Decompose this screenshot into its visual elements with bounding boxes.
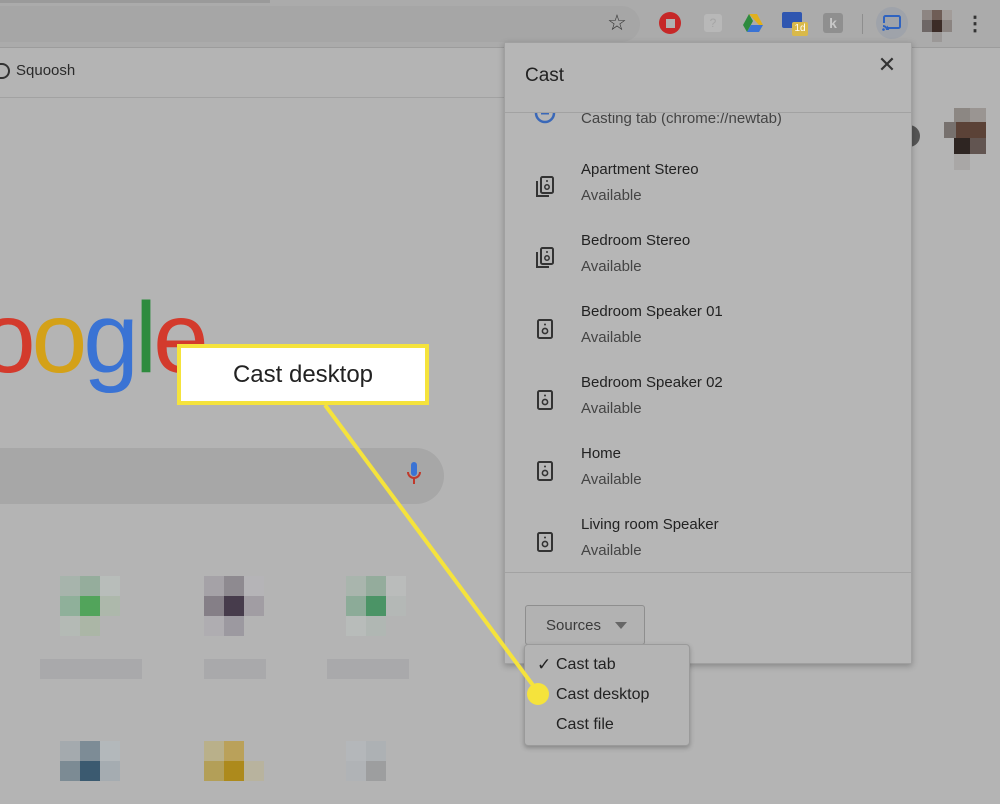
menu-item-label: Cast file — [556, 716, 614, 733]
cast-sink-current[interactable]: Casting tab (chrome://newtab) — [505, 113, 911, 156]
menu-item-label: Cast desktop — [556, 686, 650, 703]
sink-name: Bedroom Speaker 02 — [581, 374, 723, 391]
sink-name: Apartment Stereo — [581, 161, 699, 178]
squoosh-favicon-icon — [0, 62, 10, 79]
sink-status: Available — [581, 471, 642, 488]
shortcut-label — [40, 659, 142, 679]
profile-avatar[interactable] — [922, 10, 952, 42]
speaker-icon — [535, 318, 555, 340]
bookmark-squoosh[interactable]: Squoosh — [0, 62, 75, 79]
cast-sink[interactable]: Apartment Stereo Available — [505, 156, 911, 227]
cast-dialog: Cast ✕ Casting tab (chrome://newtab) Apa… — [504, 42, 912, 664]
bookmarks-bar: Squoosh — [0, 48, 505, 98]
toolbar-divider — [862, 14, 863, 34]
cast-dialog-title: Cast — [525, 65, 565, 86]
shortcut-tile[interactable] — [346, 741, 408, 801]
speaker-icon — [535, 460, 555, 482]
logo-letter-g: g — [83, 282, 139, 394]
google-logo: oogle — [0, 288, 209, 388]
google-drive-icon[interactable] — [740, 10, 766, 36]
account-avatar[interactable] — [944, 108, 986, 170]
logo-letter-o2: o — [31, 282, 88, 394]
tab-strip-edge — [0, 0, 270, 3]
cast-sink[interactable]: Living room Speaker Available — [505, 511, 911, 572]
sources-dropdown-button[interactable]: Sources — [525, 605, 645, 645]
cast-sink[interactable]: Bedroom Speaker 01 Available — [505, 298, 911, 369]
extension-faded-icon[interactable]: ? — [700, 10, 726, 36]
sink-name: Bedroom Speaker 01 — [581, 303, 723, 320]
adblock-extension-icon[interactable] — [657, 10, 683, 36]
casting-icon — [533, 113, 556, 124]
cast-dialog-header: Cast ✕ — [505, 43, 911, 113]
sink-status: Available — [581, 187, 642, 204]
sources-menu: ✓ Cast tab Cast desktop Cast file — [524, 644, 690, 746]
speaker-group-icon — [535, 176, 555, 198]
bookmark-star-icon[interactable]: ☆ — [604, 10, 630, 36]
cast-sink[interactable]: Bedroom Stereo Available — [505, 227, 911, 298]
sink-name: Living room Speaker — [581, 516, 719, 533]
menu-item-cast-file[interactable]: Cast file — [525, 710, 689, 740]
shortcut-label — [204, 659, 266, 679]
shortcut-tile[interactable] — [346, 576, 408, 638]
sink-status: Available — [581, 400, 642, 417]
browser-toolbar: ☆ ? 1d k ⋮ — [0, 0, 1000, 48]
speaker-icon — [535, 531, 555, 553]
dropdown-arrow-icon — [615, 621, 628, 629]
bookmark-label: Squoosh — [16, 62, 76, 79]
menu-item-cast-tab[interactable]: ✓ Cast tab — [525, 650, 689, 680]
callout-label-box: Cast desktop — [177, 344, 429, 405]
sink-status: Available — [581, 329, 642, 346]
speaker-group-icon — [535, 247, 555, 269]
sink-status: Available — [581, 542, 642, 559]
voice-search-icon[interactable] — [406, 462, 422, 493]
checkmark-icon: ✓ — [537, 655, 552, 674]
cast-sink[interactable]: Home Available — [505, 440, 911, 511]
cast-icon[interactable] — [876, 7, 908, 39]
shortcut-tile[interactable] — [60, 576, 122, 638]
close-icon[interactable]: ✕ — [875, 53, 899, 77]
shortcut-label — [327, 659, 409, 679]
cast-device-list: Casting tab (chrome://newtab) Apartment … — [505, 113, 911, 573]
menu-item-label: Cast tab — [556, 656, 616, 673]
sink-status: Available — [581, 258, 642, 275]
cast-sink[interactable]: Bedroom Speaker 02 Available — [505, 369, 911, 440]
sink-name: Home — [581, 445, 622, 462]
speaker-icon — [535, 389, 555, 411]
logo-letter-o1: o — [0, 282, 36, 394]
more-menu-icon[interactable]: ⋮ — [962, 10, 988, 36]
shortcut-tile[interactable] — [60, 741, 122, 801]
calendar-extension-icon[interactable]: 1d — [782, 10, 808, 36]
address-bar[interactable] — [0, 6, 640, 42]
logo-letter-l: l — [134, 282, 157, 394]
sources-label: Sources — [546, 616, 602, 634]
shortcut-tile[interactable] — [204, 741, 266, 801]
menu-item-cast-desktop[interactable]: Cast desktop — [525, 680, 689, 710]
extension-k-icon[interactable]: k — [820, 10, 846, 36]
callout-text: Cast desktop — [232, 360, 374, 388]
shortcut-tile[interactable] — [204, 576, 266, 638]
google-search-box[interactable] — [0, 448, 444, 504]
sink-status: Casting tab (chrome://newtab) — [581, 113, 782, 127]
sink-name: Bedroom Stereo — [581, 232, 691, 249]
